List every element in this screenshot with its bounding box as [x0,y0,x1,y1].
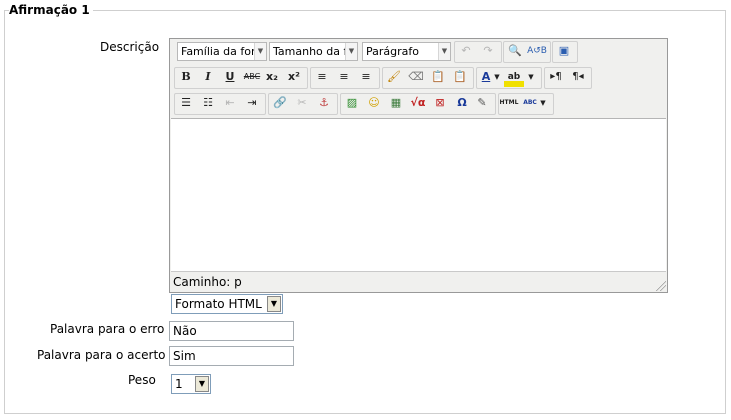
font-size-value: Tamanho da fo [273,45,355,58]
toolbar-row-2: B I U ABC x₂ x² ≡ ≡ ≡ 🖌 ⌫ 📋 📋 A ▼ ab ▼ ▸… [172,67,667,89]
nolink-icon[interactable]: ⊠ [430,93,450,113]
underline-button[interactable]: U [220,67,240,87]
wrong-word-input[interactable] [169,321,294,341]
chevron-down-icon[interactable]: ▼ [526,67,536,87]
font-family-select[interactable]: Família da font ▼ [177,42,267,61]
indent-icon[interactable]: ⇥ [242,93,262,113]
bullet-list-icon[interactable]: ☰ [176,93,196,113]
paragraph-value: Parágrafo [366,45,419,58]
ltr-icon[interactable]: ▸¶ [546,67,566,87]
anchor-icon[interactable]: ⚓ [314,93,334,113]
fullscreen-icon[interactable]: ▣ [554,41,574,61]
toolbar-row-3: ☰ ☷ ⇤ ⇥ 🔗 ✂ ⚓ ▨ ☺ ▦ √α ⊠ Ω ✎ HTML ABC ▼ [172,93,667,115]
brush-icon[interactable]: 🖌 [384,67,404,87]
rich-text-editor: Família da font ▼ Tamanho da fo ▼ Parágr… [169,38,668,293]
html-button[interactable]: HTML [499,93,519,113]
align-center-icon[interactable]: ≡ [334,67,354,87]
paste-word-icon[interactable]: 📋 [450,67,470,87]
chevron-down-icon[interactable]: ▼ [492,67,502,87]
weight-select-value: 1 [175,377,183,391]
chevron-down-icon: ▼ [345,43,357,60]
chevron-down-icon: ▼ [254,43,266,60]
unlink-icon[interactable]: ✂ [292,93,312,113]
chevron-down-icon[interactable]: ▼ [538,93,548,113]
right-word-input[interactable] [169,346,294,366]
format-select-value: Formato HTML [175,297,262,311]
wrong-word-label: Palavra para o erro [50,322,165,336]
outdent-icon[interactable]: ⇤ [220,93,240,113]
format-select[interactable]: Formato HTML ▼ [171,294,283,314]
resize-handle[interactable] [656,281,666,291]
font-family-value: Família da font [181,45,263,58]
subscript-button[interactable]: x₂ [262,67,282,87]
toolbar-row-1: Família da font ▼ Tamanho da fo ▼ Parágr… [172,41,667,63]
description-label: Descrição [100,40,160,54]
edit-icon[interactable]: ✎ [472,93,492,113]
highlight-button[interactable]: ab [504,67,524,87]
paragraph-select[interactable]: Parágrafo ▼ [362,42,451,61]
weight-label: Peso [128,373,156,387]
strikethrough-button[interactable]: ABC [242,67,262,87]
align-left-icon[interactable]: ≡ [312,67,332,87]
numbered-list-icon[interactable]: ☷ [198,93,218,113]
math-icon[interactable]: √α [408,93,428,113]
rtl-icon[interactable]: ¶◂ [568,67,588,87]
superscript-button[interactable]: x² [284,67,304,87]
align-right-icon[interactable]: ≡ [356,67,376,87]
link-icon[interactable]: 🔗 [270,93,290,113]
chevron-down-icon: ▼ [195,376,209,392]
italic-button[interactable]: I [198,67,218,87]
editor-path: Caminho: p [173,275,242,289]
editor-content-area[interactable] [171,118,666,272]
omega-button[interactable]: Ω [452,93,472,113]
media-icon[interactable]: ▦ [386,93,406,113]
replace-icon[interactable]: A↺B [527,41,547,61]
chevron-down-icon: ▼ [267,296,281,312]
font-size-select[interactable]: Tamanho da fo ▼ [269,42,358,61]
right-word-label: Palavra para o acerto [37,348,166,362]
bold-button[interactable]: B [176,67,196,87]
paste-text-icon[interactable]: 📋 [428,67,448,87]
chevron-down-icon: ▼ [438,43,450,60]
weight-select[interactable]: 1 ▼ [171,374,211,394]
fieldset-legend: Afirmação 1 [9,3,93,17]
redo-icon[interactable]: ↷ [478,41,498,61]
eraser-icon[interactable]: ⌫ [406,67,426,87]
find-icon[interactable]: 🔍 [505,41,525,61]
undo-icon[interactable]: ↶ [456,41,476,61]
spellcheck-button[interactable]: ABC [520,93,540,113]
image-icon[interactable]: ▨ [342,93,362,113]
smiley-icon[interactable]: ☺ [364,93,384,113]
